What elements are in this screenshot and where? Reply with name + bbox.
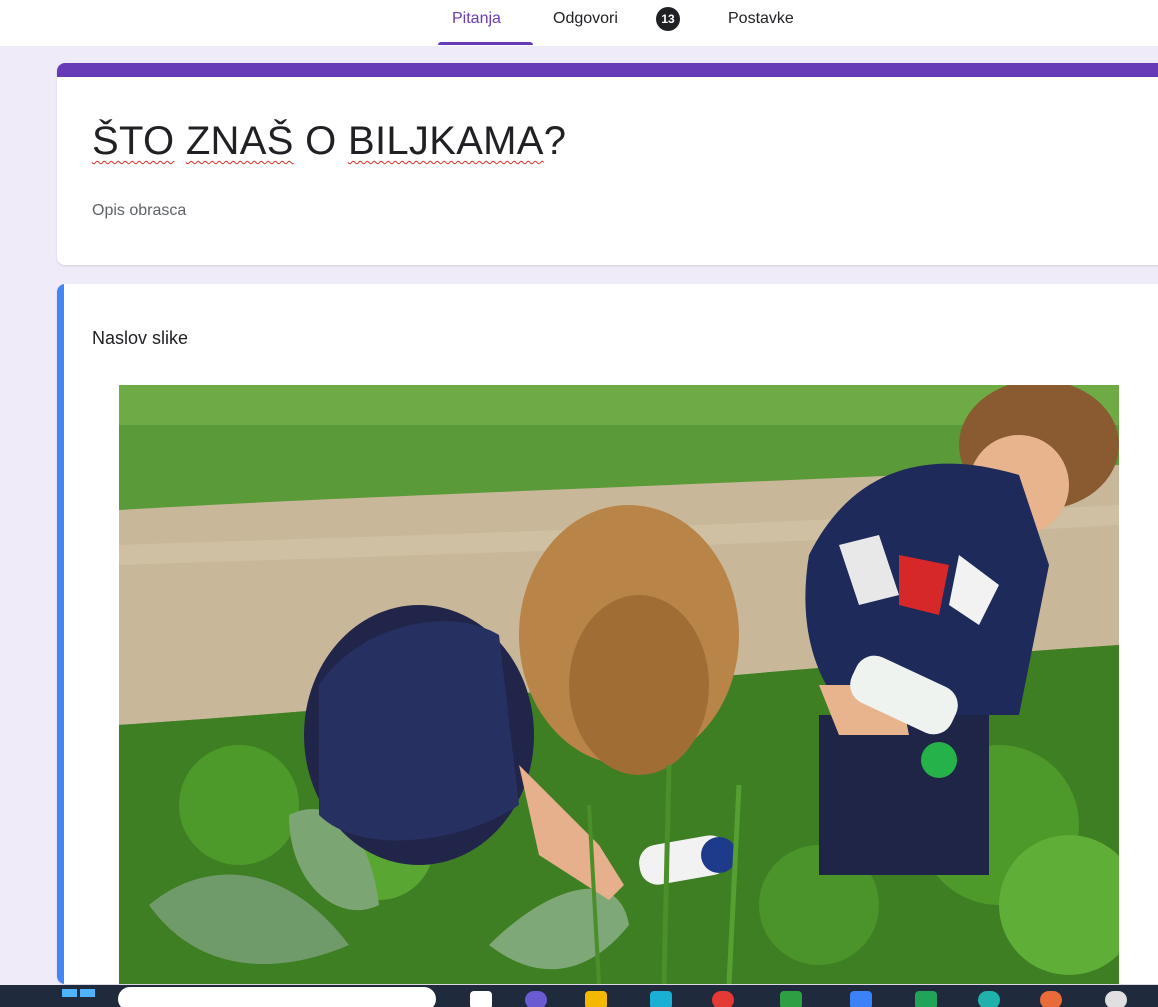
- tab-responses[interactable]: Odgovori: [553, 10, 618, 28]
- os-taskbar: [0, 985, 1158, 1007]
- tab-settings[interactable]: Postavke: [728, 10, 794, 28]
- store-icon[interactable]: [650, 991, 672, 1007]
- app-icon[interactable]: [850, 991, 872, 1007]
- responses-count-badge: 13: [656, 7, 680, 31]
- title-card-accent: [57, 63, 1158, 77]
- form-title-word: O: [305, 119, 337, 163]
- excel-icon[interactable]: [915, 991, 937, 1007]
- app-icon[interactable]: [1105, 991, 1127, 1007]
- app-icon[interactable]: [978, 991, 1000, 1007]
- top-tab-bar: Pitanja Odgovori 13 Postavke: [0, 0, 1158, 46]
- form-title-word: BILJKAMA: [347, 119, 544, 163]
- taskbar-search-box[interactable]: [118, 987, 436, 1007]
- form-title-word: ZNAŠ: [185, 119, 294, 163]
- form-title-word: ?: [543, 119, 567, 163]
- selected-item-indicator: [57, 284, 64, 984]
- image-item-card[interactable]: Naslov slike: [57, 284, 1158, 984]
- windows-start-icon[interactable]: [62, 989, 96, 1007]
- app-icon[interactable]: [1040, 991, 1062, 1007]
- form-description-placeholder[interactable]: Opis obrasca: [92, 202, 186, 220]
- app-icon[interactable]: [780, 991, 802, 1007]
- image-photo[interactable]: [119, 385, 1119, 984]
- form-title-word: ŠTO: [92, 119, 175, 163]
- image-title[interactable]: Naslov slike: [92, 328, 188, 349]
- chrome-icon[interactable]: [712, 991, 734, 1007]
- tab-questions[interactable]: Pitanja: [452, 10, 501, 28]
- chat-app-icon[interactable]: [525, 991, 547, 1007]
- active-tab-indicator: [438, 42, 533, 45]
- task-view-icon[interactable]: [470, 991, 492, 1007]
- form-title-card[interactable]: ŠTO ZNAŠ O BILJKAMA? Opis obrasca: [57, 63, 1158, 265]
- file-explorer-icon[interactable]: [585, 991, 607, 1007]
- form-title[interactable]: ŠTO ZNAŠ O BILJKAMA?: [92, 119, 566, 164]
